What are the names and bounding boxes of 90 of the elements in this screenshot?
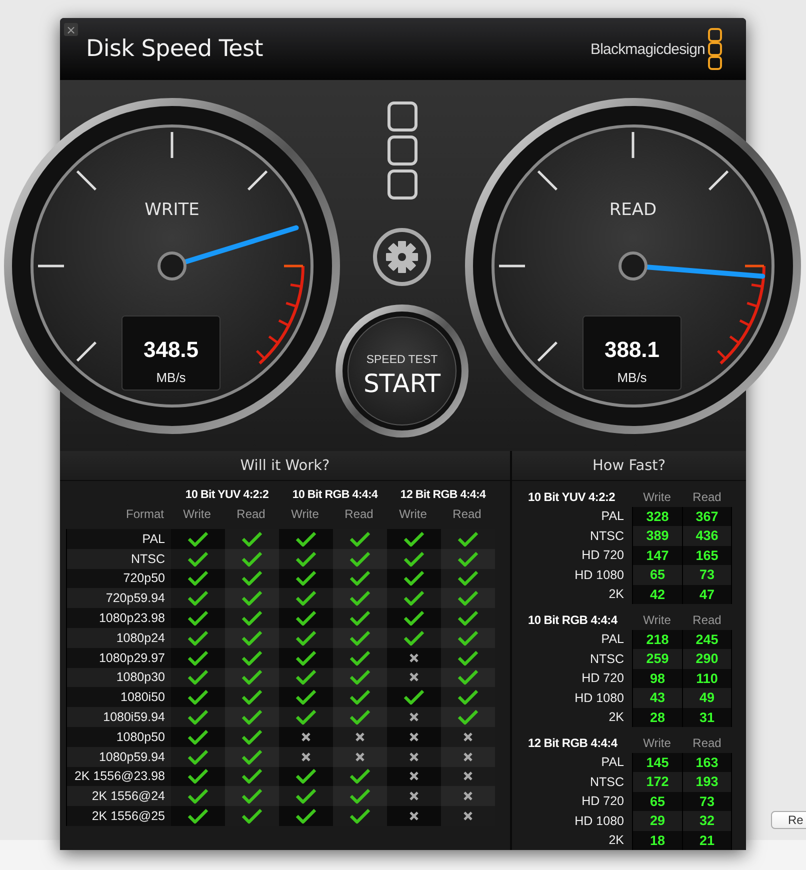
speed-value: 328 — [632, 506, 682, 526]
window-title: Disk Speed Test — [86, 36, 263, 62]
format-name: PAL — [600, 509, 625, 524]
speed-reading: 348.5 — [143, 337, 199, 362]
rounded-squares-icon — [388, 102, 418, 200]
speed-value: 73 — [682, 565, 732, 584]
format-name: 1080p29.97 — [98, 650, 166, 665]
format-name: PAL — [600, 632, 625, 646]
column-heading: Write — [642, 736, 672, 750]
speed-value: 145 — [632, 752, 682, 772]
speed-value: 110 — [682, 668, 732, 688]
column-heading: Read — [344, 507, 374, 521]
format-group-heading: 12 Bit RGB 4:4:4 — [527, 736, 618, 750]
column-heading: Read — [692, 490, 722, 504]
column-heading: Write — [182, 507, 212, 521]
speed-value: 436 — [682, 526, 732, 546]
gauge-label: READ — [609, 200, 657, 220]
speed-value: 165 — [682, 546, 732, 565]
format-name: NTSC — [588, 774, 625, 789]
column-heading: Read — [452, 507, 482, 521]
column-heading: Write — [290, 507, 320, 521]
format-name: HD 720 — [580, 548, 625, 562]
format-name: HD 1080 — [574, 568, 625, 582]
format-name: NTSC — [130, 552, 166, 566]
speed-value: 147 — [632, 546, 682, 565]
speed-value: 290 — [682, 649, 732, 668]
speed-value: 31 — [682, 708, 732, 727]
format-name: 1080p50 — [115, 730, 166, 744]
speed-value: 42 — [632, 584, 682, 604]
speed-reading: 388.1 — [604, 337, 660, 362]
unit-label: MB/s — [156, 370, 186, 385]
start-button[interactable]: SPEED TEST START — [336, 304, 468, 438]
unit-label: MB/s — [617, 370, 647, 385]
format-name: 1080i59.94 — [102, 710, 166, 724]
format-group-heading: 12 Bit RGB 4:4:4 — [399, 489, 487, 501]
column-heading: Write — [398, 507, 428, 521]
format-name: 1080p23.98 — [98, 611, 166, 626]
format-name: HD 1080 — [574, 814, 625, 828]
column-heading: Write — [642, 490, 672, 504]
format-name: NTSC — [588, 652, 625, 666]
format-name: 2K 1556@24 — [90, 789, 166, 804]
format-name: HD 720 — [580, 794, 625, 808]
format-group-heading: 10 Bit YUV 4:2:2 — [184, 489, 270, 501]
column-heading: Read — [692, 612, 722, 627]
settings-icon — [386, 241, 418, 273]
background-button[interactable]: Re — [771, 811, 806, 829]
format-name: HD 720 — [580, 671, 625, 686]
format-group-heading: 10 Bit YUV 4:2:2 — [527, 490, 616, 504]
speed-value: 32 — [682, 811, 732, 830]
brand-name: Blackmagicdesign — [590, 40, 705, 58]
format-name: 2K 1556@23.98 — [73, 769, 166, 784]
format-name: PAL — [141, 532, 166, 546]
speed-value: 98 — [632, 668, 682, 688]
gauge-label: WRITE — [144, 200, 200, 220]
column-heading: Read — [692, 736, 722, 750]
format-name: 1080p59.94 — [98, 750, 166, 764]
format-name: 2K — [608, 710, 625, 724]
format-name: NTSC — [588, 528, 625, 543]
speed-value: 193 — [682, 772, 732, 792]
format-name: 2K 1556@25 — [90, 809, 166, 824]
settings-button[interactable] — [373, 228, 431, 286]
speed-value: 47 — [682, 584, 732, 604]
format-name: 720p59.94 — [104, 591, 166, 606]
speed-value: 73 — [682, 792, 732, 811]
column-heading: Read — [236, 507, 266, 521]
section-title: Will it Work? — [240, 458, 330, 474]
section-title: How Fast? — [592, 458, 666, 474]
format-name: 1080p30 — [115, 670, 166, 684]
speed-value: 49 — [682, 688, 732, 708]
format-name: HD 1080 — [574, 690, 625, 705]
speed-value: 28 — [632, 708, 682, 727]
format-group-heading: 10 Bit RGB 4:4:4 — [291, 489, 379, 501]
format-name: 2K — [608, 587, 625, 602]
speed-value: 367 — [682, 506, 732, 526]
brand-logo-icon — [708, 28, 722, 70]
format-group-heading: 10 Bit RGB 4:4:4 — [527, 612, 618, 627]
format-name: 1080i50 — [120, 690, 166, 704]
format-name: PAL — [600, 755, 625, 770]
speed-value: 18 — [632, 830, 682, 850]
speed-value: 65 — [632, 792, 682, 811]
format-name: 1080p24 — [115, 630, 166, 645]
speed-value: 21 — [682, 830, 732, 850]
column-heading: Write — [642, 612, 672, 627]
speed-value: 163 — [682, 752, 732, 772]
format-name: 2K — [608, 833, 625, 848]
format-name: 720p50 — [122, 571, 166, 586]
close-button[interactable]: × — [64, 23, 78, 36]
column-heading: Format — [124, 507, 165, 521]
speed-value: 218 — [632, 630, 682, 649]
speed-value: 245 — [682, 630, 732, 649]
